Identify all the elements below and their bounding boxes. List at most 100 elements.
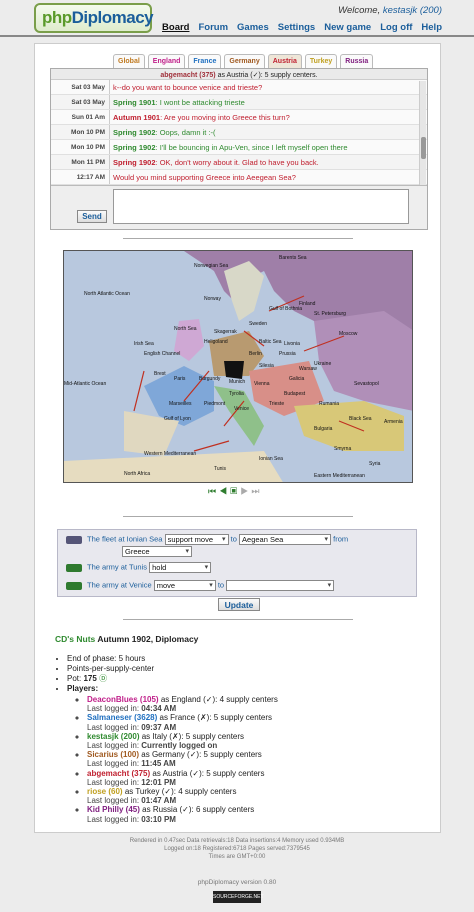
game-info: CD's Nuts Autumn 1902, Diplomacy End of … [55, 634, 425, 824]
supply-centers: 5 supply centers [206, 768, 265, 778]
map-first-icon[interactable]: ⏮ [208, 486, 219, 496]
last-login-time: 11:45 AM [141, 759, 176, 769]
player-entry: Sicarius (100) as Germany (✓): 5 supply … [87, 750, 425, 768]
map-label: Vienna [254, 381, 270, 387]
chat-message: Sat 03 May Spring 1901: I wont be attacki… [51, 95, 427, 110]
sourceforge-logo[interactable]: SOURCEFORGE.NET [213, 891, 264, 903]
game-panel: Global England France Germany Austria Turkey R… [34, 43, 441, 833]
map-label: Galicia [289, 376, 305, 382]
tab-england[interactable]: England [147, 54, 186, 68]
map-label: Tunis [214, 466, 227, 472]
map-label: Venice [234, 406, 250, 412]
divider [123, 516, 353, 517]
map-label: Black Sea [349, 416, 372, 422]
player-country: as Austria (✓): [152, 768, 204, 778]
scroll-thumb[interactable] [421, 137, 426, 159]
map-label: Burgundy [199, 376, 221, 382]
map-label: Eastern Mediterranean [314, 473, 365, 479]
tab-russia[interactable]: Russia [340, 54, 374, 68]
footer-timezone: Times are GMT+0:00 [208, 854, 266, 860]
nav-settings[interactable]: Settings [278, 22, 315, 33]
map-label: Munich [229, 379, 246, 385]
last-login-time: 09:37 AM [141, 722, 177, 732]
map-large-icon[interactable]: ▣ [230, 486, 240, 496]
map-label: Tyrolia [229, 391, 244, 397]
map-label: North Sea [174, 326, 197, 332]
order-type-select[interactable]: support move [164, 534, 229, 545]
update-button[interactable]: Update [218, 598, 260, 611]
player-name[interactable]: abgemacht (375) [87, 769, 150, 778]
player-name[interactable]: kestasjk (200) [87, 732, 139, 741]
tab-germany[interactable]: Germany [224, 54, 265, 68]
message-time: Sun 01 Am [71, 113, 105, 121]
message-text: : I'll be bouncing in Apu-Ven, since I l… [155, 142, 348, 152]
game-title: CD's Nuts Autumn 1902, Diplomacy [55, 634, 199, 644]
map-label: Gulf of Bothnia [269, 306, 303, 312]
supply-centers: 6 supply centers [195, 805, 255, 815]
players-heading: Players: DeaconBlues (105) as England (✓… [67, 684, 425, 824]
message-season: Autumn 1901 [113, 112, 161, 122]
chat-scrollbar[interactable] [419, 81, 426, 185]
map-label: Western Mediterranean [144, 451, 197, 457]
map-label: Armenia [384, 419, 403, 425]
message-time: Mon 10 PM [71, 143, 105, 151]
footer-stats-2: Logged on:18 Registered:6718 Pages serve… [164, 846, 310, 852]
order-type-select[interactable]: move [153, 580, 216, 591]
order-target-select[interactable] [226, 580, 335, 591]
player-country: as Italy (✗): [141, 731, 184, 741]
nav-board[interactable]: Board [162, 22, 189, 33]
last-login-label: Last logged in: [87, 704, 140, 714]
player-name[interactable]: riose (60) [87, 787, 123, 796]
chat-header: abgemacht (375) as Austria (✓): 5 supply… [51, 69, 427, 80]
map-last-icon[interactable]: ⏭ [251, 486, 262, 496]
tab-turkey[interactable]: Turkey [304, 54, 338, 68]
player-name[interactable]: Salmaneser (3628) [87, 713, 157, 722]
message-body: Spring 1901: I wont be attacking trieste [109, 95, 427, 109]
player-country: as Germany (✓): [141, 750, 202, 760]
tab-global[interactable]: Global [113, 54, 145, 68]
order-from-select[interactable]: Greece [122, 546, 192, 557]
map-label: Moscow [339, 331, 358, 337]
supply-centers: 4 supply centers [219, 695, 278, 704]
message-input[interactable] [113, 189, 409, 224]
army-icon [66, 581, 82, 590]
last-login: Last logged in: 09:37 AM [87, 723, 425, 732]
player-name[interactable]: Sicarius (100) [87, 750, 139, 759]
username-link[interactable]: kestasjk (200) [383, 5, 442, 16]
nav-new-game[interactable]: New game [324, 22, 371, 33]
nav-forum[interactable]: Forum [198, 22, 228, 33]
player-country: as France (✗): [159, 713, 212, 723]
map-next-icon[interactable]: ▶ [240, 486, 251, 496]
tab-austria[interactable]: Austria [267, 54, 302, 68]
map-label: Barents Sea [279, 255, 307, 261]
map-label: Brest [154, 371, 166, 377]
fleet-icon [66, 535, 82, 544]
player-name[interactable]: DeaconBlues (105) [87, 695, 159, 704]
map-label: Trieste [269, 401, 285, 407]
map-controls: ⏮◀▣▶⏭ [208, 486, 262, 497]
message-time: Sat 03 May [71, 83, 105, 91]
site-logo[interactable]: phpDiplomacy [34, 3, 154, 33]
nav-games[interactable]: Games [237, 22, 269, 33]
send-button[interactable]: Send [77, 210, 107, 223]
map-prev-icon[interactable]: ◀ [219, 486, 230, 496]
order-type-select[interactable]: hold [149, 562, 212, 573]
tab-france[interactable]: France [188, 54, 222, 68]
map-label: Skagerrak [214, 329, 237, 335]
game-name[interactable]: CD's Nuts [55, 634, 95, 644]
player-name[interactable]: Kid Philly (45) [87, 805, 140, 814]
player-country: as Russia (✓): [142, 805, 194, 815]
nav-help[interactable]: Help [421, 22, 442, 33]
game-map[interactable]: Norwegian Sea Barents Sea North Atlantic O… [63, 250, 413, 483]
map-label: St. Petersburg [314, 311, 346, 317]
turkey-territory [294, 401, 404, 451]
order-target-select[interactable]: Aegean Sea [239, 534, 332, 545]
message-body: Would you mind supporting Greece into Ae… [109, 170, 427, 184]
last-login-label: Last logged in: [87, 741, 140, 751]
nav-log-off[interactable]: Log off [380, 22, 412, 33]
player-country: as England (✓): [160, 695, 218, 704]
last-login: Last logged in: 12:01 PM [87, 778, 425, 787]
last-login: Last logged in: 01:47 AM [87, 796, 425, 805]
chat-message: Mon 11 PM Spring 1902: OK, don't worry ab… [51, 155, 427, 170]
player-entry: Kid Philly (45) as Russia (✓): 6 supply … [87, 805, 425, 823]
